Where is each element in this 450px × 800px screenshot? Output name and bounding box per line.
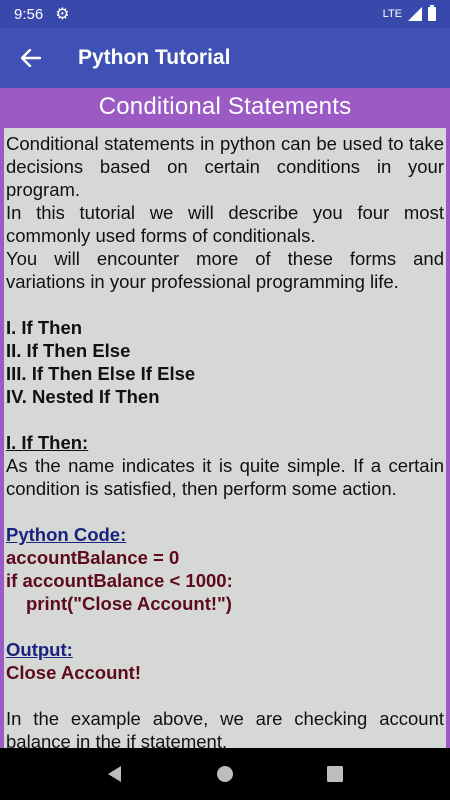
intro-paragraph-3: You will encounter more of these forms a… bbox=[6, 248, 444, 292]
status-bar: 9:56 ⚙ LTE bbox=[0, 0, 450, 28]
code-line: accountBalance = 0 bbox=[6, 547, 180, 568]
sub-description: As the name indicates it is quite simple… bbox=[6, 455, 444, 499]
nav-home-button[interactable] bbox=[205, 754, 245, 794]
nav-recents-button[interactable] bbox=[315, 754, 355, 794]
navigation-bar bbox=[0, 748, 450, 800]
list-item: III. If Then Else If Else bbox=[6, 363, 196, 384]
intro-paragraph-1: Conditional statements in python can be … bbox=[6, 133, 444, 200]
back-arrow-icon bbox=[21, 49, 41, 67]
sub-heading: I. If Then: bbox=[6, 432, 89, 453]
battery-icon bbox=[428, 5, 436, 21]
status-right: LTE bbox=[382, 5, 436, 21]
status-time: 9:56 bbox=[14, 5, 44, 23]
output-text: Close Account! bbox=[6, 662, 141, 683]
app-title: Python Tutorial bbox=[78, 46, 231, 69]
nav-back-button[interactable] bbox=[95, 754, 135, 794]
settings-gear-icon: ⚙ bbox=[55, 6, 70, 23]
recents-square-icon bbox=[327, 766, 343, 782]
network-label: LTE bbox=[382, 8, 402, 20]
intro-paragraph-2: In this tutorial we will describe you fo… bbox=[6, 202, 444, 246]
tutorial-panel: Conditional statements in python can be … bbox=[4, 128, 446, 748]
code-line: if accountBalance < 1000: bbox=[6, 570, 233, 591]
app-bar: Python Tutorial bbox=[0, 28, 450, 88]
output-heading: Output: bbox=[6, 639, 73, 660]
code-heading: Python Code: bbox=[6, 524, 127, 545]
back-triangle-icon bbox=[108, 766, 121, 782]
code-line: print("Close Account!") bbox=[26, 593, 232, 614]
list-item: I. If Then bbox=[6, 317, 83, 338]
signal-icon bbox=[408, 7, 422, 21]
list-item: II. If Then Else bbox=[6, 340, 131, 361]
back-button[interactable] bbox=[0, 49, 62, 67]
home-circle-icon bbox=[217, 766, 233, 782]
content-area[interactable]: Conditional Statements Conditional state… bbox=[0, 88, 450, 748]
list-item: IV. Nested If Then bbox=[6, 386, 160, 407]
section-title: Conditional Statements bbox=[98, 93, 352, 120]
outro-paragraph: In the example above, we are checking ac… bbox=[6, 708, 444, 748]
